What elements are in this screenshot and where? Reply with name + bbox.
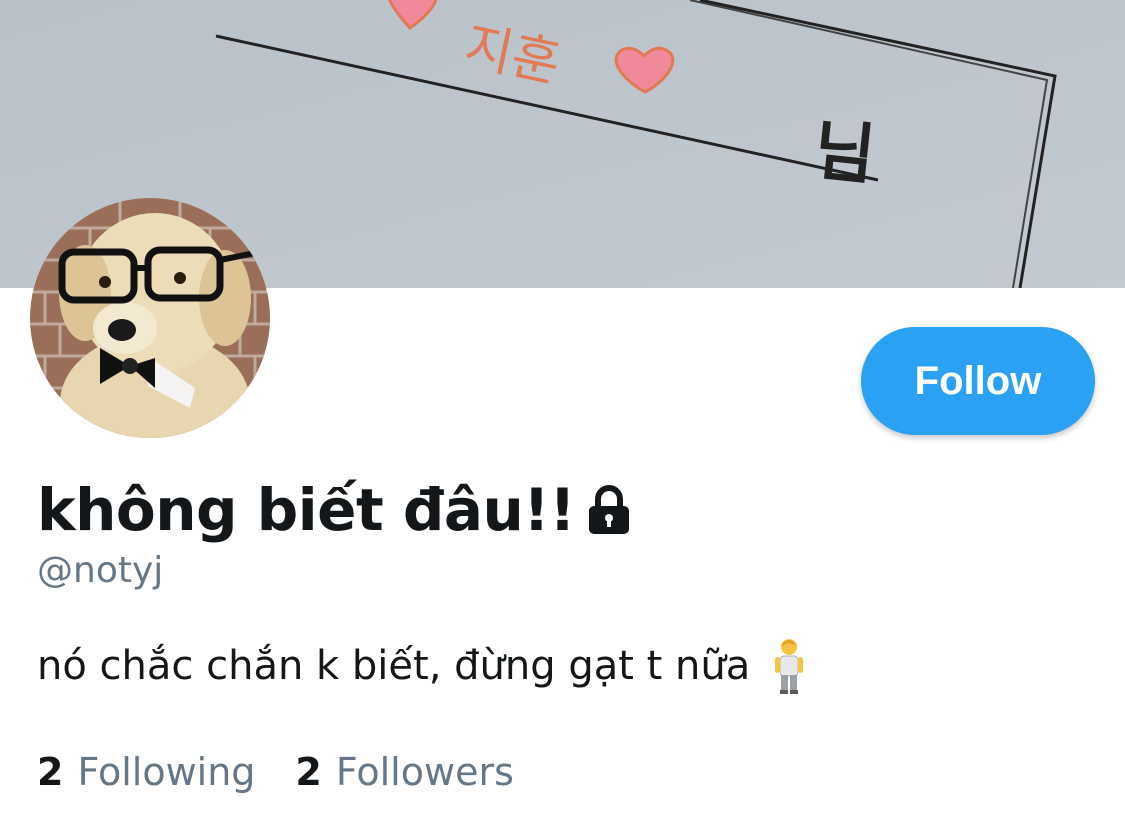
followers-label: Followers (335, 750, 514, 794)
following-stat[interactable]: 2 Following (37, 750, 255, 794)
lock-icon (585, 484, 633, 536)
follow-button[interactable]: Follow (861, 327, 1095, 435)
display-name: không biết đâu!! (37, 476, 576, 544)
banner-suffix-text: 님 (810, 111, 878, 194)
followers-count: 2 (295, 750, 322, 794)
avatar-image (30, 198, 270, 438)
bio: nó chắc chắn k biết, đừng gạt t nữa (37, 638, 806, 694)
followers-stat[interactable]: 2 Followers (295, 750, 513, 794)
user-handle: @notyj (37, 550, 164, 591)
profile-page: 지훈 님 Follow không biết đâu!! @notyj nó c… (0, 0, 1125, 826)
display-name-row: không biết đâu!! (37, 470, 633, 550)
person-standing-emoji (772, 638, 806, 694)
following-label: Following (77, 750, 256, 794)
bio-text: nó chắc chắn k biết, đừng gạt t nữa (37, 643, 751, 689)
avatar[interactable] (30, 198, 270, 438)
profile-stats: 2 Following 2 Followers (37, 746, 514, 798)
following-count: 2 (37, 750, 64, 794)
